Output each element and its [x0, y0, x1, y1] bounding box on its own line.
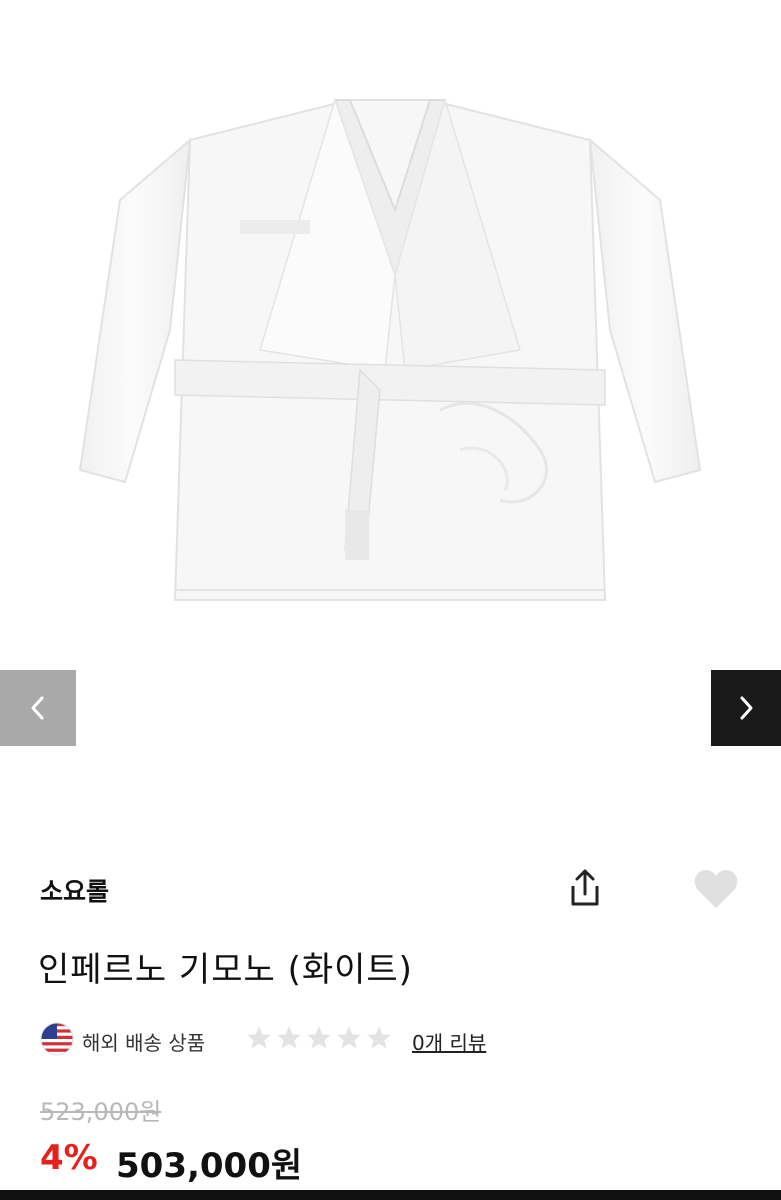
product-meta-row: 해외 배송 상품 0개 리뷰 — [40, 1020, 740, 1060]
brand-name[interactable]: 소요롤 — [40, 872, 109, 908]
rating-stars — [245, 1024, 393, 1054]
gallery-prev-button[interactable] — [0, 670, 76, 746]
star-icon — [307, 1026, 331, 1049]
original-price: 523,000원 — [40, 1098, 162, 1126]
brand-row: 소요롤 — [40, 866, 740, 910]
share-icon[interactable] — [565, 866, 605, 910]
chevron-left-icon — [31, 696, 44, 720]
us-flag-icon — [40, 1022, 74, 1056]
heart-icon[interactable] — [693, 868, 739, 910]
product-title: 인페르노 기모노 (화이트) — [38, 950, 413, 990]
final-price: 503,000원 — [116, 1146, 303, 1186]
gallery-next-button[interactable] — [711, 670, 781, 746]
product-gallery — [0, 0, 781, 820]
star-icon — [277, 1026, 301, 1049]
star-icon — [247, 1026, 271, 1049]
discount-rate: 4% — [40, 1138, 98, 1178]
review-count-link[interactable]: 0개 리뷰 — [412, 1027, 486, 1056]
star-icon — [367, 1026, 391, 1049]
bottom-bar — [0, 1190, 781, 1200]
star-icon — [337, 1026, 361, 1049]
overseas-shipping-label: 해외 배송 상품 — [82, 1031, 206, 1055]
chevron-right-icon — [740, 696, 753, 720]
product-image — [78, 97, 702, 601]
